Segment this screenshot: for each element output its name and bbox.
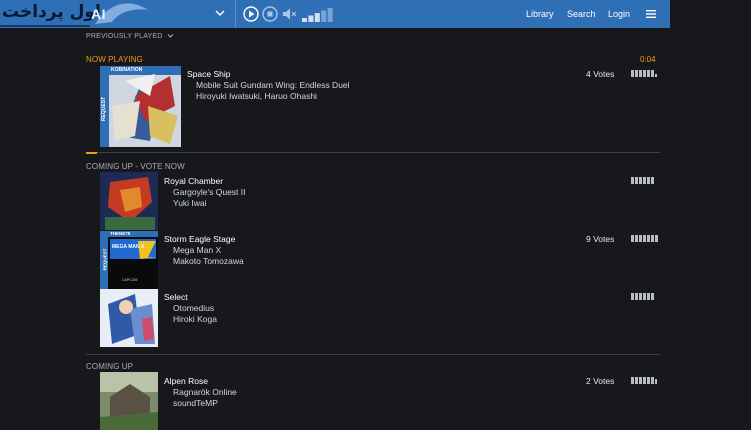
- elapsed-time: 0:04: [640, 55, 656, 64]
- song-title[interactable]: Select: [164, 292, 188, 302]
- hamburger-menu-icon[interactable]: [645, 8, 657, 20]
- watermark-logo: اول پرداخت: [0, 0, 150, 28]
- song-game[interactable]: Otomedius: [173, 303, 214, 313]
- nav-search-link[interactable]: Search: [567, 9, 596, 19]
- now-playing-game[interactable]: Mobile Suit Gundam Wing: Endless Duel: [196, 80, 350, 90]
- cover-side-text: REQUEST: [102, 248, 108, 271]
- previously-played-label: PREVIOUSLY PLAYED: [86, 33, 163, 40]
- vote-section-label: COMING UP - VOTE NOW: [86, 162, 185, 171]
- song-title[interactable]: Royal Chamber: [164, 176, 223, 186]
- volume-bar: [321, 10, 327, 22]
- volume-bar: [308, 15, 314, 22]
- chevron-down-icon: [167, 34, 174, 38]
- top-bar-gutter: [670, 0, 751, 28]
- song-game[interactable]: Gargoyle's Quest II: [173, 187, 246, 197]
- vote-meter-icon[interactable]: [631, 177, 659, 184]
- now-playing-artist[interactable]: Hiroyuki Iwatsuki, Haruo Ohashi: [196, 91, 317, 101]
- cover-banner-text: KOBINATION: [111, 67, 143, 73]
- song-votes: 2 Votes: [586, 376, 615, 386]
- cover-banner-text: THENE79: [110, 231, 131, 236]
- play-icon[interactable]: [243, 6, 259, 22]
- cover-publisher-text: CAPCOM: [122, 278, 138, 282]
- cover-side-text: REQUEST: [101, 96, 108, 122]
- nav-library-link[interactable]: Library: [526, 9, 554, 19]
- song-artist[interactable]: soundTeMP: [173, 398, 218, 408]
- song-cover: [100, 372, 158, 430]
- song-game[interactable]: Mega Man X: [173, 245, 221, 255]
- channel-chevron-down-icon[interactable]: [214, 7, 226, 19]
- topbar-divider: [235, 0, 236, 28]
- song-game[interactable]: Ragnarök Online: [173, 387, 237, 397]
- song-artist[interactable]: Hiroki Koga: [173, 314, 217, 324]
- volume-bar: [302, 18, 307, 22]
- volume-bar: [327, 8, 333, 22]
- coming-up-label: COMING UP: [86, 362, 134, 371]
- vote-meter-icon[interactable]: [631, 293, 659, 300]
- previously-played-toggle[interactable]: PREVIOUSLY PLAYED: [86, 33, 174, 40]
- vote-meter-icon[interactable]: [631, 377, 659, 384]
- song-votes: 9 Votes: [586, 234, 615, 244]
- now-playing-label: NOW PLAYING: [86, 55, 143, 64]
- volume-slider[interactable]: [302, 6, 334, 22]
- song-cover: THENE79 REQUEST MEGA MAN X CAPCOM: [100, 231, 158, 289]
- section-divider: [86, 354, 660, 355]
- vote-meter-icon[interactable]: [631, 235, 659, 242]
- cover-logo-text: MEGA MAN X: [112, 244, 145, 250]
- song-cover: [100, 289, 158, 347]
- watermark-text: اول پرداخت: [2, 2, 101, 22]
- now-playing-cover: KOBINATION REQUEST: [100, 66, 181, 147]
- song-artist[interactable]: Makoto Tomozawa: [173, 256, 244, 266]
- mute-icon[interactable]: [281, 6, 297, 22]
- app-brand[interactable]: AI: [91, 6, 106, 22]
- now-playing-title[interactable]: Space Ship: [187, 69, 230, 79]
- playback-progress-bar: [86, 152, 660, 154]
- stop-icon[interactable]: [262, 6, 278, 22]
- now-playing-votes: 4 Votes: [586, 69, 615, 79]
- playback-progress-fill: [86, 152, 98, 154]
- nav-login-link[interactable]: Login: [608, 9, 630, 19]
- volume-bar: [314, 13, 320, 22]
- song-title[interactable]: Storm Eagle Stage: [164, 234, 235, 244]
- song-cover: [100, 172, 158, 230]
- song-artist[interactable]: Yuki Iwai: [173, 198, 207, 208]
- rating-meter-icon[interactable]: [631, 70, 659, 77]
- song-title[interactable]: Alpen Rose: [164, 376, 208, 386]
